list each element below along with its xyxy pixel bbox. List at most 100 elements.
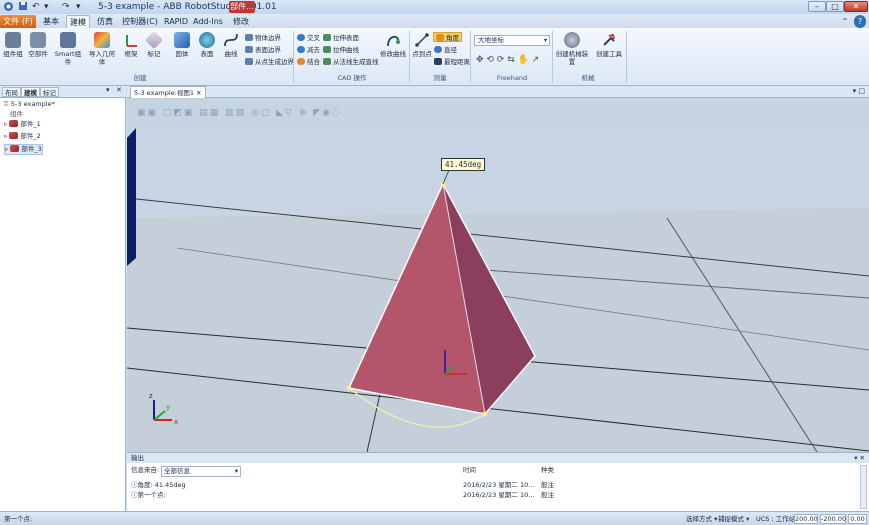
- tab-layout[interactable]: 布局: [2, 87, 21, 97]
- empty-part-icon: [30, 32, 46, 48]
- ribbon: 组件组 空部件 Smart组件 导入几何体 框架 标记 固体 表面 曲线 物体边…: [0, 28, 869, 86]
- point-to-point-button[interactable]: 点到点: [412, 32, 432, 58]
- curve-icon: [223, 32, 239, 48]
- gear-icon: [564, 32, 580, 48]
- view-menu-icon[interactable]: ▾ □: [853, 87, 865, 95]
- tree-root[interactable]: ♖ 5-3 example*: [3, 100, 55, 109]
- extrude-curve-button[interactable]: 拉伸曲线: [323, 45, 359, 55]
- tag-button[interactable]: 标记: [144, 30, 164, 58]
- modify-curve-button[interactable]: 修改曲线: [380, 32, 406, 58]
- measure-group-label: 测量: [433, 74, 447, 82]
- modify-curve-icon: [385, 32, 401, 48]
- save-icon[interactable]: [18, 1, 28, 13]
- output-row[interactable]: ⓘ第一个点:: [131, 491, 166, 500]
- output-title: 输出 ▾ ✕: [127, 453, 869, 463]
- part-icon: [10, 145, 20, 152]
- ribbon-separator: [409, 31, 410, 83]
- min-distance-button[interactable]: 最短距离: [434, 57, 470, 67]
- status-bar: 第一个点: 选择方式 ▾ 捕捉模式 ▾ UCS : 工作站 200.00 -20…: [0, 511, 869, 525]
- tab-modeling[interactable]: 建模: [66, 15, 90, 28]
- expand-icon[interactable]: ▹: [5, 145, 8, 153]
- body-border-button[interactable]: 物体边界: [245, 33, 281, 43]
- close-panel-icon[interactable]: ✕: [116, 86, 122, 94]
- tree-group[interactable]: 组件: [10, 110, 23, 119]
- border-from-points-button[interactable]: 从点生成边界: [245, 57, 294, 67]
- pin-icon[interactable]: ▾: [106, 86, 110, 94]
- expand-icon[interactable]: ▹: [4, 120, 7, 128]
- output-row-category: 般注: [541, 491, 554, 499]
- close-button[interactable]: ✕: [844, 1, 868, 12]
- extrude-surface-button[interactable]: 拉伸表面: [323, 33, 359, 43]
- col-time: 时间: [463, 466, 476, 474]
- angle-button[interactable]: 角度: [433, 32, 462, 42]
- ribbon-collapse-icon[interactable]: ⌃: [840, 15, 850, 28]
- smart-component-button[interactable]: Smart组件: [53, 32, 83, 66]
- tab-simulation[interactable]: 仿真: [92, 15, 118, 28]
- coordinate-system-select[interactable]: 大地坐标 ▾: [474, 35, 550, 46]
- help-icon[interactable]: ?: [854, 15, 866, 28]
- tree-part-1[interactable]: ▹ 部件_1: [4, 120, 41, 129]
- output-row[interactable]: ⓘ角度: 41.45deg: [131, 481, 186, 490]
- angle-measure-label: 41.45deg: [441, 158, 486, 171]
- create-tool-button[interactable]: 创建工具: [594, 32, 624, 58]
- frame-icon: [123, 32, 139, 48]
- ribbon-tabs: 文件 (F) 基本 建模 仿真 控制器(C) RAPID Add-Ins 修改 …: [0, 14, 869, 28]
- component-group-icon: [5, 32, 21, 48]
- tab-controller[interactable]: 控制器(C): [120, 15, 160, 28]
- empty-part-button[interactable]: 空部件: [27, 32, 49, 58]
- component-group-button[interactable]: 组件组: [3, 32, 23, 58]
- solid-icon: [174, 32, 190, 48]
- close-icon[interactable]: ✕: [196, 89, 201, 97]
- ribbon-separator: [470, 31, 471, 83]
- tab-view1[interactable]: 5-3 example:视图1 ✕: [130, 86, 206, 98]
- tree-part-2[interactable]: ▹ 部件_2: [4, 132, 41, 141]
- mechanism-group-label: 机械: [581, 74, 595, 82]
- view-tabs: 5-3 example:视图1 ✕ ▾ □: [127, 86, 869, 98]
- tree-part-3[interactable]: ▹ 部件_3: [4, 144, 43, 155]
- diameter-button[interactable]: 直径: [434, 45, 457, 55]
- select-mode-menu[interactable]: 选择方式 ▾: [686, 514, 717, 524]
- output-row-time: 2016/2/23 星期二 10...: [463, 481, 535, 489]
- intersect-button[interactable]: 交叉: [297, 33, 320, 43]
- snap-mode-menu[interactable]: 捕捉模式 ▾: [718, 514, 749, 524]
- app-icon[interactable]: [3, 1, 14, 13]
- tab-modify[interactable]: 修改: [228, 15, 254, 28]
- filter-label: 信息来自:: [131, 466, 160, 474]
- tab-modeling-browser[interactable]: 建模: [21, 87, 40, 97]
- expand-icon[interactable]: ▹: [4, 132, 7, 140]
- tab-addins[interactable]: Add-Ins: [192, 15, 224, 28]
- line-from-normal-button[interactable]: 从法线生成直线: [323, 57, 379, 67]
- chevron-down-icon: ▾: [234, 467, 238, 475]
- undo-dropdown-icon[interactable]: ▾: [44, 1, 49, 13]
- surface-border-button[interactable]: 表面边界: [245, 45, 281, 55]
- undo-icon[interactable]: ↶: [32, 1, 40, 13]
- redo-icon[interactable]: ↷: [62, 1, 70, 13]
- create-group-label: 创建: [133, 74, 147, 82]
- union-button[interactable]: 结合: [297, 57, 320, 67]
- qat-menu-icon[interactable]: ▾: [76, 1, 81, 13]
- create-mechanism-button[interactable]: 创建机械装置: [553, 32, 591, 66]
- freehand-tools[interactable]: ✥ ⟲ ⟳ ⇆ ✋ ↗: [476, 55, 539, 65]
- maximize-button[interactable]: □: [826, 1, 844, 12]
- tab-home[interactable]: 基本: [38, 15, 64, 28]
- tab-file[interactable]: 文件 (F): [0, 15, 36, 28]
- solid-button[interactable]: 固体: [171, 32, 193, 58]
- surface-icon: [199, 32, 215, 48]
- context-tab[interactable]: 部件...: [229, 1, 255, 13]
- close-output-icon[interactable]: ▾ ✕: [854, 453, 865, 463]
- filter-select[interactable]: 全部信息 ▾: [161, 466, 241, 477]
- minimize-button[interactable]: –: [808, 1, 826, 12]
- import-geometry-button[interactable]: 导入几何体: [86, 32, 118, 66]
- curve-button[interactable]: 曲线: [221, 32, 241, 58]
- surface-button[interactable]: 表面: [196, 32, 218, 58]
- tab-rapid[interactable]: RAPID: [162, 15, 190, 28]
- output-panel: 输出 ▾ ✕ 信息来自: 全部信息 ▾ 时间 种类 ⓘ角度: 41.45deg 20…: [127, 452, 869, 511]
- browser-tabs: 布局 建模 标记 ▾ ✕: [0, 86, 126, 98]
- frame-button[interactable]: 框架: [121, 32, 141, 58]
- output-scrollbar[interactable]: [860, 465, 867, 509]
- tab-tags[interactable]: 标记: [40, 87, 59, 97]
- subtract-button[interactable]: 减去: [297, 45, 320, 55]
- cad-group-label: CAD 操作: [337, 74, 367, 82]
- 3d-viewport[interactable]: ▣▣ ▢◩▣ ▤▦ ▥▧ ◎▢ ◣▽ ⊕ ◤◉◌ z x y 41.45deg: [127, 98, 869, 452]
- scene: z x y: [127, 128, 869, 452]
